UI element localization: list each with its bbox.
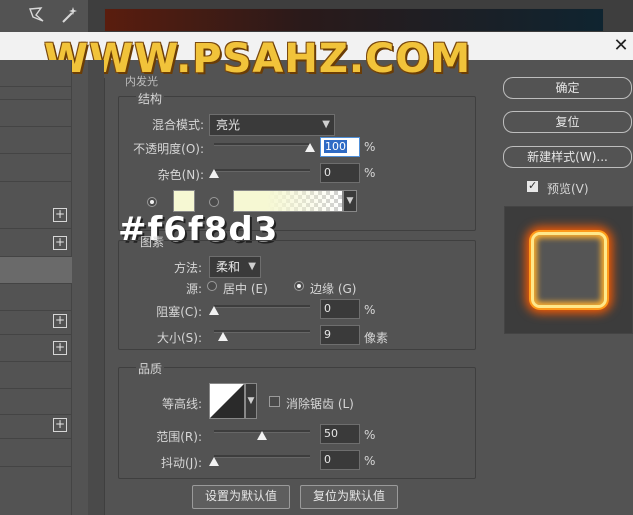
preview-label: 预览(V) <box>547 182 589 196</box>
opacity-slider-track[interactable] <box>214 143 310 146</box>
chevron-down-icon[interactable]: ▼ <box>245 383 257 419</box>
noise-input[interactable]: 0 <box>320 163 360 183</box>
source-center-label: 居中 (E) <box>223 282 268 296</box>
source-label: 源: <box>185 282 202 296</box>
reset-button[interactable]: 复位 <box>503 111 632 133</box>
list-item[interactable] <box>0 127 72 154</box>
percent-unit: % <box>364 140 376 154</box>
glow-color-swatch[interactable] <box>173 190 195 212</box>
size-input[interactable]: 9 <box>320 325 360 345</box>
list-item[interactable] <box>0 388 72 415</box>
size-slider-track[interactable] <box>214 330 310 333</box>
add-icon[interactable]: + <box>53 418 67 432</box>
percent-unit: % <box>364 166 376 180</box>
section-title: 内发光 <box>125 75 158 88</box>
method-select[interactable]: 柔和 ▼ <box>209 256 261 278</box>
gradient-radio[interactable] <box>209 197 219 207</box>
opacity-slider-thumb[interactable] <box>305 143 315 152</box>
list-item[interactable] <box>0 284 72 311</box>
list-item[interactable]: + <box>0 335 72 362</box>
add-icon[interactable]: + <box>53 314 67 328</box>
noise-slider-track[interactable] <box>214 169 310 172</box>
gradient-picker[interactable] <box>233 190 343 212</box>
list-item[interactable]: + <box>0 202 72 229</box>
blend-mode-select[interactable]: 亮光 ▼ <box>209 114 335 136</box>
source-center-radio[interactable] <box>207 281 217 291</box>
noise-label: 杂色(N): <box>157 168 204 182</box>
choke-slider-track[interactable] <box>214 305 310 308</box>
styles-list: + + + + + <box>0 60 72 515</box>
list-item[interactable] <box>0 362 72 389</box>
jitter-slider-thumb[interactable] <box>209 457 219 466</box>
choke-input[interactable]: 0 <box>320 299 360 319</box>
add-icon[interactable]: + <box>53 208 67 222</box>
contour-picker[interactable] <box>209 383 245 419</box>
size-label: 大小(S): <box>156 331 202 345</box>
size-slider-thumb[interactable] <box>217 332 228 341</box>
jitter-input[interactable]: 0 <box>320 450 360 470</box>
list-item[interactable]: + <box>0 230 72 257</box>
list-item[interactable] <box>0 74 72 100</box>
preview-checkbox[interactable] <box>527 179 538 192</box>
blend-mode-label: 混合模式: <box>151 118 204 132</box>
list-item[interactable] <box>0 100 72 127</box>
panel-divider <box>88 60 104 515</box>
structure-title: 结构 <box>136 90 165 107</box>
list-item-selected[interactable] <box>0 257 72 284</box>
range-label: 范围(R): <box>156 430 202 444</box>
opacity-input[interactable]: 100 <box>320 137 360 157</box>
source-edge-radio[interactable] <box>294 281 304 291</box>
jitter-label: 抖动(J): <box>161 456 202 470</box>
list-item[interactable]: + <box>0 412 72 439</box>
list-item[interactable] <box>0 154 72 182</box>
anti-alias-checkbox[interactable] <box>269 396 280 407</box>
percent-unit: % <box>364 454 376 468</box>
contour-label: 等高线: <box>161 397 202 411</box>
chevron-down-icon: ▼ <box>322 119 330 130</box>
add-icon[interactable]: + <box>53 341 67 355</box>
range-input[interactable]: 50 <box>320 424 360 444</box>
new-style-button[interactable]: 新建样式(W)... <box>503 146 632 168</box>
canvas-preview <box>104 8 604 32</box>
jitter-slider-track[interactable] <box>214 455 310 458</box>
noise-slider-thumb[interactable] <box>209 169 219 178</box>
range-slider-thumb[interactable] <box>257 431 267 440</box>
make-default-button[interactable]: 设置为默认值 <box>192 485 290 509</box>
preview-thumbnail <box>531 232 607 308</box>
pixel-unit: 像素 <box>364 331 389 345</box>
add-icon[interactable]: + <box>53 236 67 250</box>
lasso-icon[interactable] <box>22 2 52 28</box>
color-radio[interactable] <box>147 197 157 207</box>
choke-label: 阻塞(C): <box>156 305 202 319</box>
percent-unit: % <box>364 428 376 442</box>
quality-title: 品质 <box>136 360 165 377</box>
close-icon[interactable]: ✕ <box>611 36 631 56</box>
elements-title: 图素 <box>140 235 165 249</box>
list-item[interactable]: + <box>0 308 72 335</box>
opacity-label: 不透明度(O): <box>133 142 204 156</box>
list-item[interactable] <box>0 440 72 467</box>
source-edge-label: 边缘 (G) <box>310 282 357 296</box>
chevron-down-icon[interactable]: ▼ <box>343 190 357 212</box>
choke-slider-thumb[interactable] <box>209 306 219 315</box>
anti-alias-label: 消除锯齿 (L) <box>286 397 354 411</box>
watermark-text: WWW.PSAHZ.COM <box>44 36 472 82</box>
magic-wand-icon[interactable] <box>54 2 84 28</box>
reset-default-button[interactable]: 复位为默认值 <box>300 485 398 509</box>
chevron-down-icon: ▼ <box>248 261 256 272</box>
percent-unit: % <box>364 303 376 317</box>
method-label: 方法: <box>173 261 202 275</box>
ok-button[interactable]: 确定 <box>503 77 632 99</box>
